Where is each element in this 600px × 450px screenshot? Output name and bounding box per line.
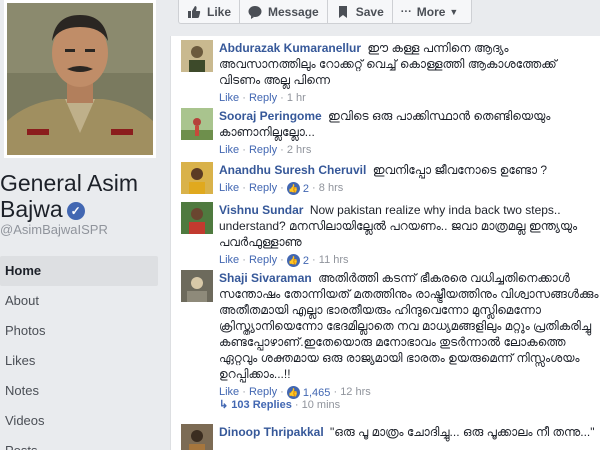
avatar[interactable]	[181, 424, 213, 450]
more-button[interactable]: ··· More ▼	[393, 0, 467, 23]
comment-reply-link[interactable]: Reply	[249, 386, 277, 398]
save-button[interactable]: Save	[328, 0, 393, 23]
nav-item-about[interactable]: About	[0, 286, 158, 316]
avatar-image	[181, 270, 213, 302]
replies-count: 103 Replies	[231, 399, 292, 411]
avatar-image	[181, 40, 213, 72]
page-action-bar: Like Message Save ··· More ▼	[178, 0, 472, 24]
commenter-name[interactable]: Vishnu Sundar	[219, 203, 303, 217]
comment-reply-link[interactable]: Reply	[249, 92, 277, 104]
commenter-name[interactable]: Dinoop Thripakkal	[219, 425, 324, 439]
comment-text: "ഒരു പൂ മാത്രം ചോദിച്ചു... ഒരു പൂക്കാലം …	[330, 425, 595, 439]
reaction-count[interactable]: 👍 2	[286, 181, 309, 197]
reaction-count[interactable]: 👍 2	[286, 253, 309, 269]
message-button[interactable]: Message	[240, 0, 328, 23]
nav-item-photos[interactable]: Photos	[0, 316, 158, 346]
comment-time[interactable]: 8 hrs	[319, 182, 343, 194]
comment-like-link[interactable]: Like	[219, 182, 239, 194]
comment-reply-link[interactable]: Reply	[249, 182, 277, 194]
thumbs-up-icon	[188, 5, 201, 18]
commenter-name[interactable]: Shaji Sivaraman	[219, 271, 312, 285]
verified-badge-icon: ✓	[66, 202, 85, 220]
comment-time[interactable]: 12 hrs	[340, 386, 371, 398]
nav-item-posts[interactable]: Posts	[0, 436, 158, 450]
reaction-count-value: 2	[302, 182, 309, 195]
comment-reply-link[interactable]: Reply	[249, 144, 277, 156]
nav-item-videos[interactable]: Videos	[0, 406, 158, 436]
page-title-line2: Bajwa	[0, 196, 63, 222]
more-dots-icon: ···	[400, 5, 412, 18]
nav-item-home[interactable]: Home	[0, 256, 158, 286]
commenter-name[interactable]: Anandhu Suresh Cheruvil	[219, 163, 366, 177]
like-page-label: Like	[207, 4, 232, 19]
comment-text: ഇവനിപ്പോ ജീവനോടെ ഉണ്ടോ ?	[372, 163, 548, 177]
comment-time[interactable]: 2 hrs	[287, 144, 311, 156]
avatar[interactable]	[181, 162, 213, 194]
message-label: Message	[268, 4, 319, 19]
view-replies-link[interactable]: ↳ 103 Replies · 10 mins	[219, 398, 340, 411]
profile-photo-image	[7, 3, 153, 155]
avatar[interactable]	[181, 108, 213, 140]
chevron-down-icon: ▼	[449, 6, 459, 17]
bookmark-icon	[338, 5, 347, 18]
comment-time[interactable]: 11 hrs	[319, 254, 349, 266]
like-reaction-icon: 👍	[286, 182, 300, 195]
commenter-name[interactable]: Sooraj Peringome	[219, 109, 322, 123]
page-title-line1: General Asim	[0, 170, 139, 196]
commenter-name[interactable]: Abdurazak Kumaranellur	[219, 41, 361, 55]
comment-reply-link[interactable]: Reply	[249, 254, 277, 266]
nav-item-notes[interactable]: Notes	[0, 376, 158, 406]
reaction-count-value: 2	[302, 254, 309, 267]
profile-photo[interactable]	[4, 0, 156, 158]
save-label: Save	[355, 4, 384, 19]
page-handle[interactable]: @AsimBajwaISPR	[0, 222, 108, 237]
like-page-button[interactable]: Like	[179, 0, 241, 23]
reply-arrow-icon: ↳	[219, 399, 229, 411]
like-reaction-icon: 👍	[286, 254, 300, 267]
avatar[interactable]	[181, 202, 213, 234]
page-nav: Home About Photos Likes Notes Videos Pos…	[0, 256, 158, 450]
messenger-icon	[248, 5, 262, 19]
more-label: More	[416, 4, 446, 19]
comment-like-link[interactable]: Like	[219, 144, 239, 156]
left-column: General Asim Bajwa ✓ @AsimBajwaISPR Home …	[0, 0, 168, 450]
comment-like-link[interactable]: Like	[219, 92, 239, 104]
nav-item-likes[interactable]: Likes	[0, 346, 158, 376]
replies-time: 10 mins	[301, 399, 341, 411]
avatar-image	[181, 162, 213, 194]
avatar-image	[181, 202, 213, 234]
avatar-image	[181, 108, 213, 140]
avatar[interactable]	[181, 40, 213, 72]
avatar[interactable]	[181, 270, 213, 302]
comment-like-link[interactable]: Like	[219, 386, 239, 398]
comment-text: അതിർത്തി കടന്ന് ഭീകരരെ വധിച്ചതിനെക്കാൾ സ…	[219, 271, 599, 381]
avatar-image	[181, 424, 213, 450]
comment-time[interactable]: 1 hr	[287, 92, 306, 104]
comment-list: Abdurazak Kumaranellur ഈ കള്ള പന്നിനെ ആദ…	[170, 36, 600, 450]
page-title[interactable]: General Asim Bajwa ✓	[0, 170, 166, 222]
comment-like-link[interactable]: Like	[219, 254, 239, 266]
facebook-page: General Asim Bajwa ✓ @AsimBajwaISPR Home …	[0, 0, 600, 450]
